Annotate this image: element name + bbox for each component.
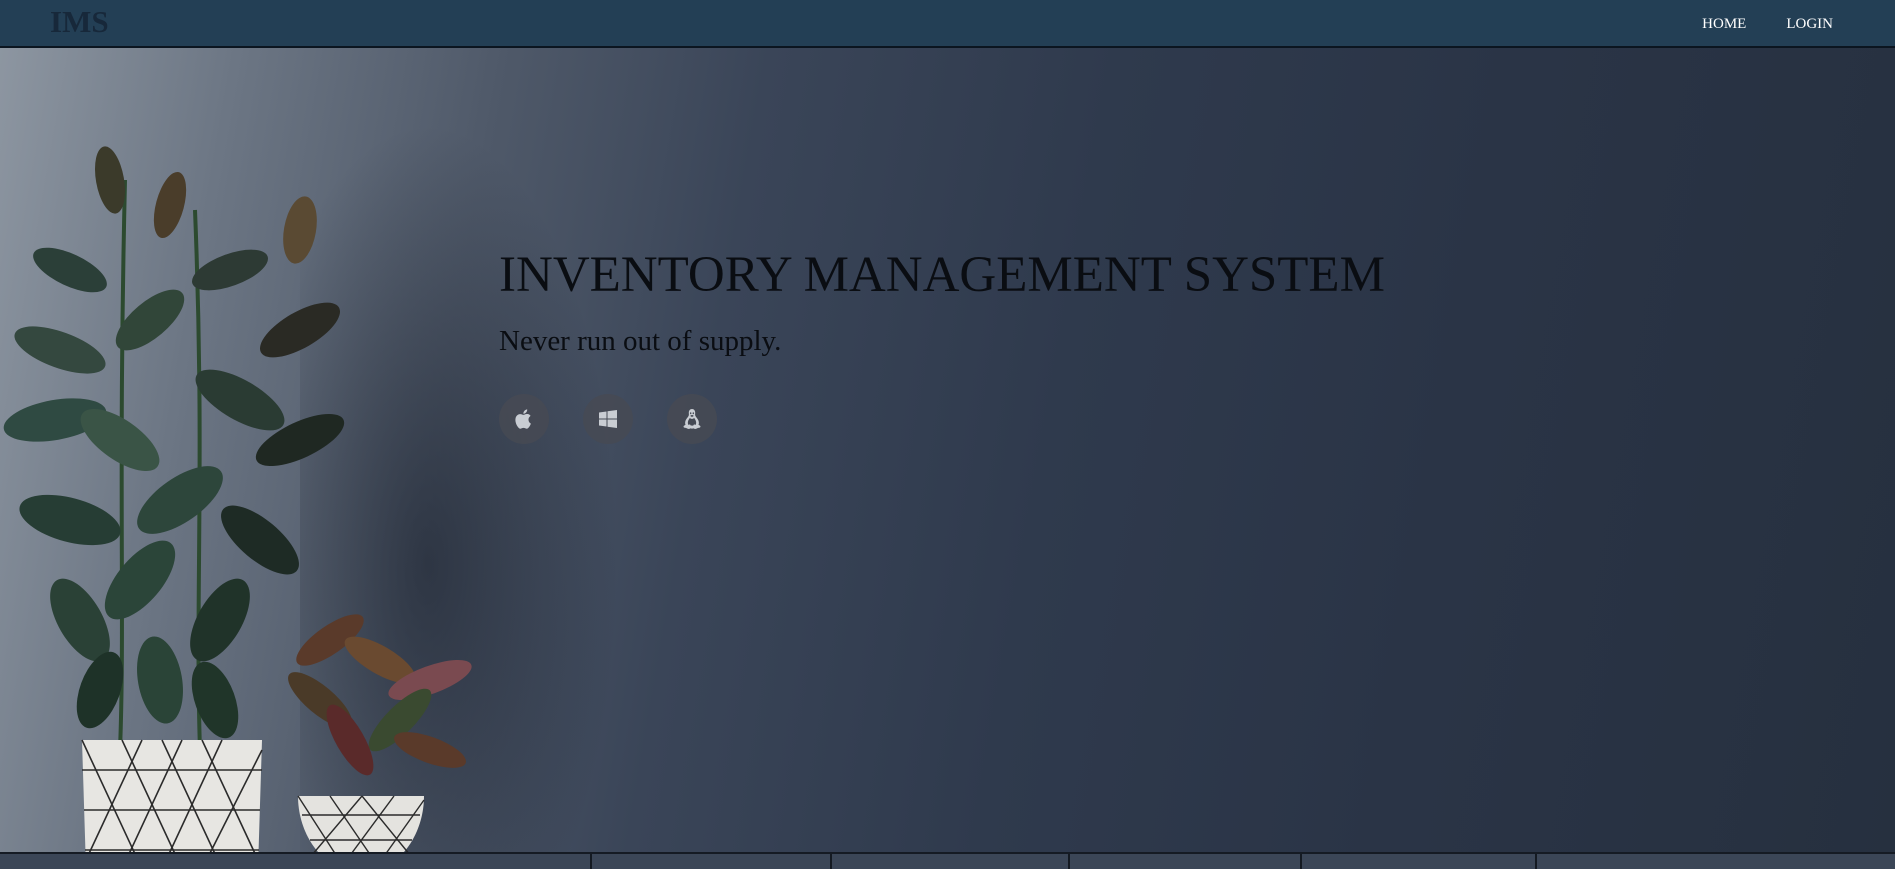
- apple-icon[interactable]: [499, 394, 549, 444]
- brand-logo[interactable]: IMS: [50, 4, 109, 40]
- linux-icon[interactable]: [667, 394, 717, 444]
- nav-link-login[interactable]: LOGIN: [1786, 16, 1833, 33]
- platform-icons: [499, 394, 1385, 444]
- navbar: IMS HOME LOGIN: [0, 0, 1895, 48]
- floor-seam: [1535, 854, 1537, 869]
- floor-seam: [1300, 854, 1302, 869]
- hero-section: INVENTORY MANAGEMENT SYSTEM Never run ou…: [499, 246, 1385, 444]
- floor-seam: [830, 854, 832, 869]
- landing-page: IMS HOME LOGIN INVENTORY MANAGEMENT SYST…: [0, 0, 1895, 869]
- hero-title: INVENTORY MANAGEMENT SYSTEM: [499, 247, 1385, 303]
- floor-seam: [1068, 854, 1070, 869]
- nav-link-home[interactable]: HOME: [1702, 16, 1746, 33]
- windows-icon[interactable]: [583, 394, 633, 444]
- nav-links: HOME LOGIN: [1702, 0, 1833, 48]
- floor: [0, 852, 1895, 869]
- floor-seam: [590, 854, 592, 869]
- plants-illustration: [3, 146, 472, 869]
- hero-subtitle: Never run out of supply.: [499, 325, 782, 357]
